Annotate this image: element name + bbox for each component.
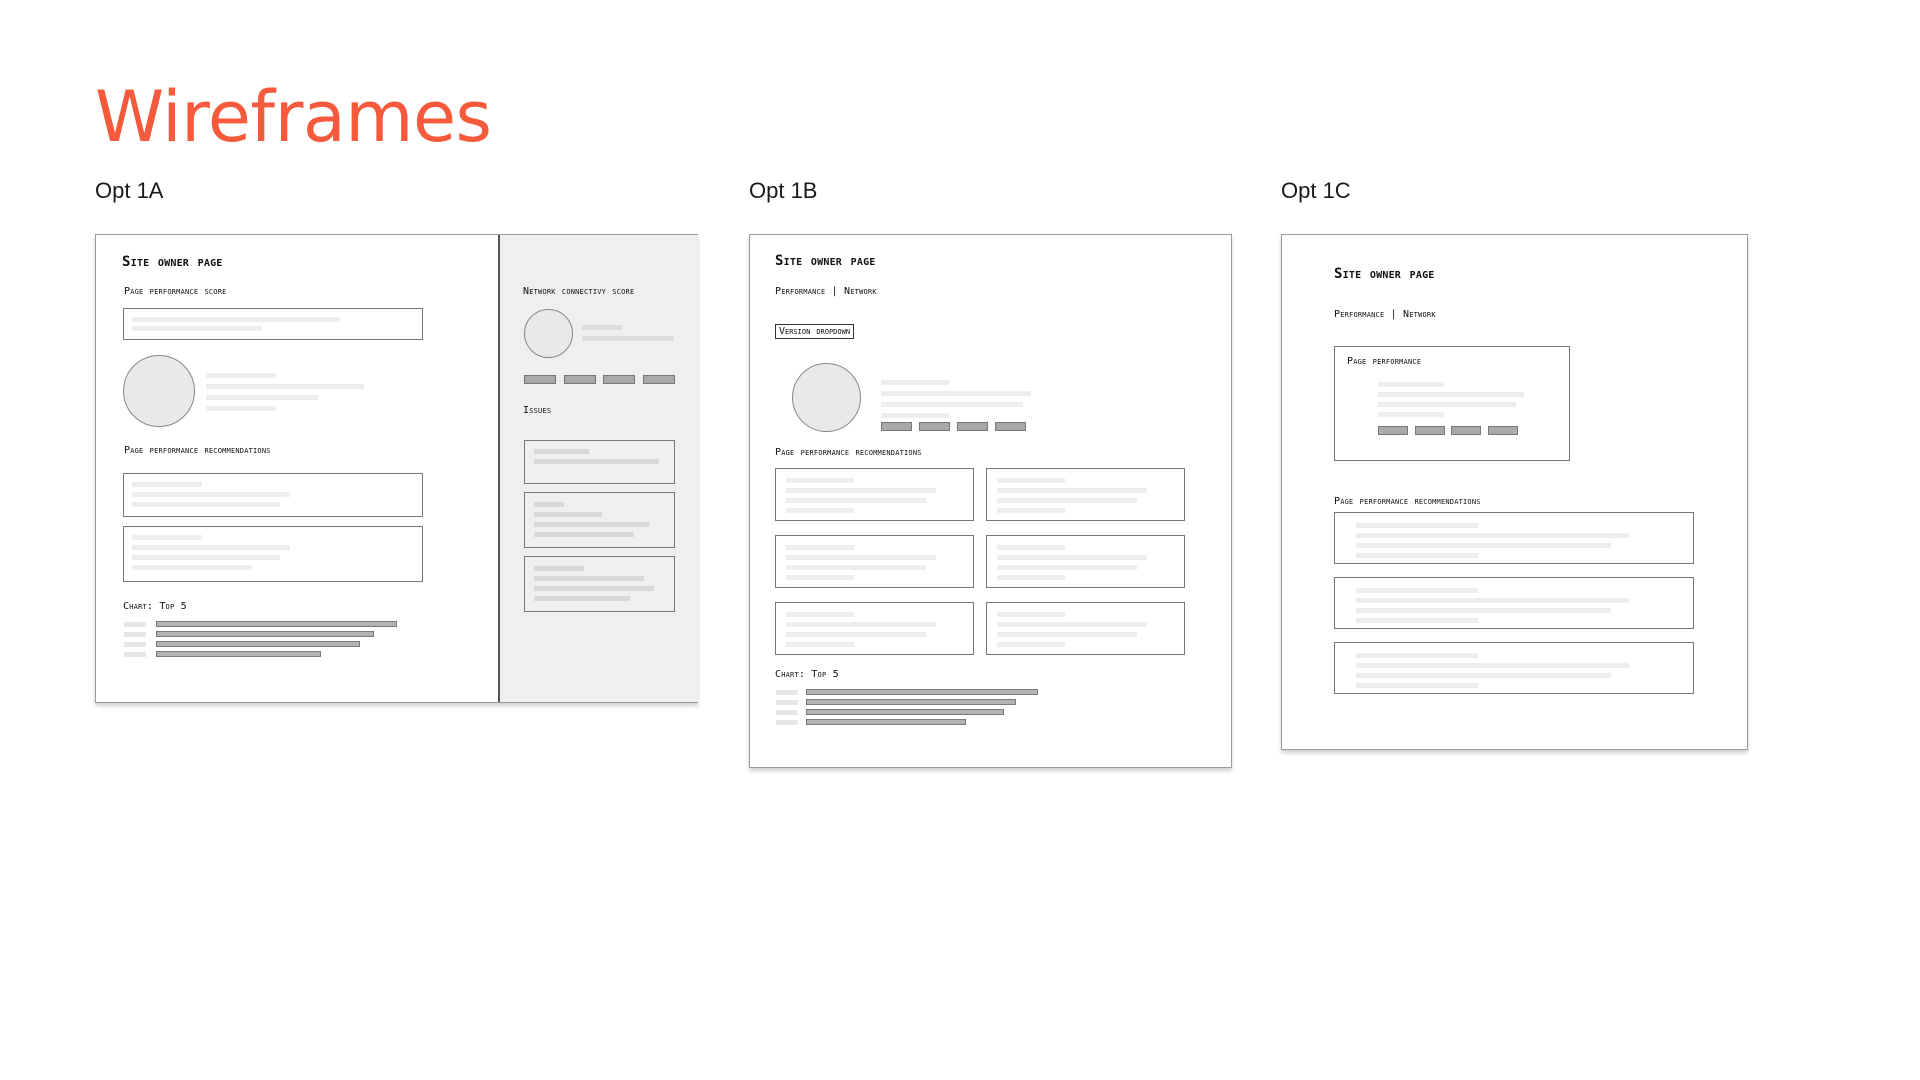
performance-card: Page performance <box>1334 346 1570 461</box>
chart-label: Chart: Top 5 <box>123 601 187 612</box>
metric-pill <box>1488 426 1518 435</box>
chart-bar <box>156 631 374 637</box>
performance-card-label: Page performance <box>1347 356 1422 367</box>
chart-bar <box>806 709 1004 715</box>
option-label-1c: Opt 1C <box>1281 178 1351 203</box>
recommendation-card <box>1334 512 1694 564</box>
metric-pill <box>919 422 950 431</box>
page-title: Wireframes <box>95 76 492 158</box>
wireframe-opt-1c: Site owner page Performance | Network Pa… <box>1281 234 1748 750</box>
chart-bar <box>806 699 1016 705</box>
metric-pill <box>1415 426 1445 435</box>
score-circle <box>792 363 861 432</box>
chart-label: Chart: Top 5 <box>775 669 839 680</box>
issue-card <box>524 440 675 484</box>
recommendation-card <box>123 526 423 582</box>
side-panel: Network connectivy score Issues <box>498 235 698 702</box>
metric-pill <box>564 375 596 384</box>
wireframe-page-title: Site owner page <box>122 254 223 270</box>
score-box <box>123 308 423 340</box>
metric-pill <box>1378 426 1408 435</box>
chart-bar <box>156 641 360 647</box>
tabs-performance-network: Performance | Network <box>775 286 877 297</box>
network-score-label: Network connectivy score <box>523 286 635 297</box>
option-label-1b: Opt 1B <box>749 178 818 203</box>
score-label: Page performance score <box>124 286 227 297</box>
recommendations-label: Page performance recommendations <box>775 447 922 458</box>
metric-pill <box>643 375 675 384</box>
recommendation-card <box>986 535 1185 588</box>
metric-pill <box>881 422 912 431</box>
chart-bar <box>156 621 397 627</box>
issue-card <box>524 492 675 548</box>
version-dropdown: Version dropdown <box>775 324 855 339</box>
metric-pill <box>524 375 556 384</box>
issues-label: Issues <box>523 405 552 416</box>
chart-bar <box>156 651 321 657</box>
wireframe-page-title: Site owner page <box>775 253 876 269</box>
chart-bar <box>806 689 1038 695</box>
recommendation-card <box>986 602 1185 655</box>
tabs-performance-network: Performance | Network <box>1334 309 1436 320</box>
recommendation-card <box>986 468 1185 521</box>
recommendation-card <box>123 473 423 517</box>
recommendation-card <box>1334 577 1694 629</box>
option-label-1a: Opt 1A <box>95 178 164 203</box>
metric-pill <box>995 422 1026 431</box>
issue-card <box>524 556 675 612</box>
recommendation-card <box>775 602 974 655</box>
recommendations-label: Page performance recommendations <box>1334 496 1481 507</box>
metric-pill <box>1451 426 1481 435</box>
wireframe-page-title: Site owner page <box>1334 266 1435 282</box>
network-score-circle <box>524 309 573 358</box>
recommendation-card <box>775 468 974 521</box>
recommendation-card <box>775 535 974 588</box>
chart-bar <box>806 719 966 725</box>
score-circle <box>123 355 195 427</box>
metric-pill <box>603 375 635 384</box>
metric-pill <box>957 422 988 431</box>
recommendations-label: Page performance recommendations <box>124 445 271 456</box>
wireframe-opt-1a: Site owner page Page performance score P… <box>95 234 698 703</box>
wireframe-opt-1b: Site owner page Performance | Network Ve… <box>749 234 1232 768</box>
recommendation-card <box>1334 642 1694 694</box>
